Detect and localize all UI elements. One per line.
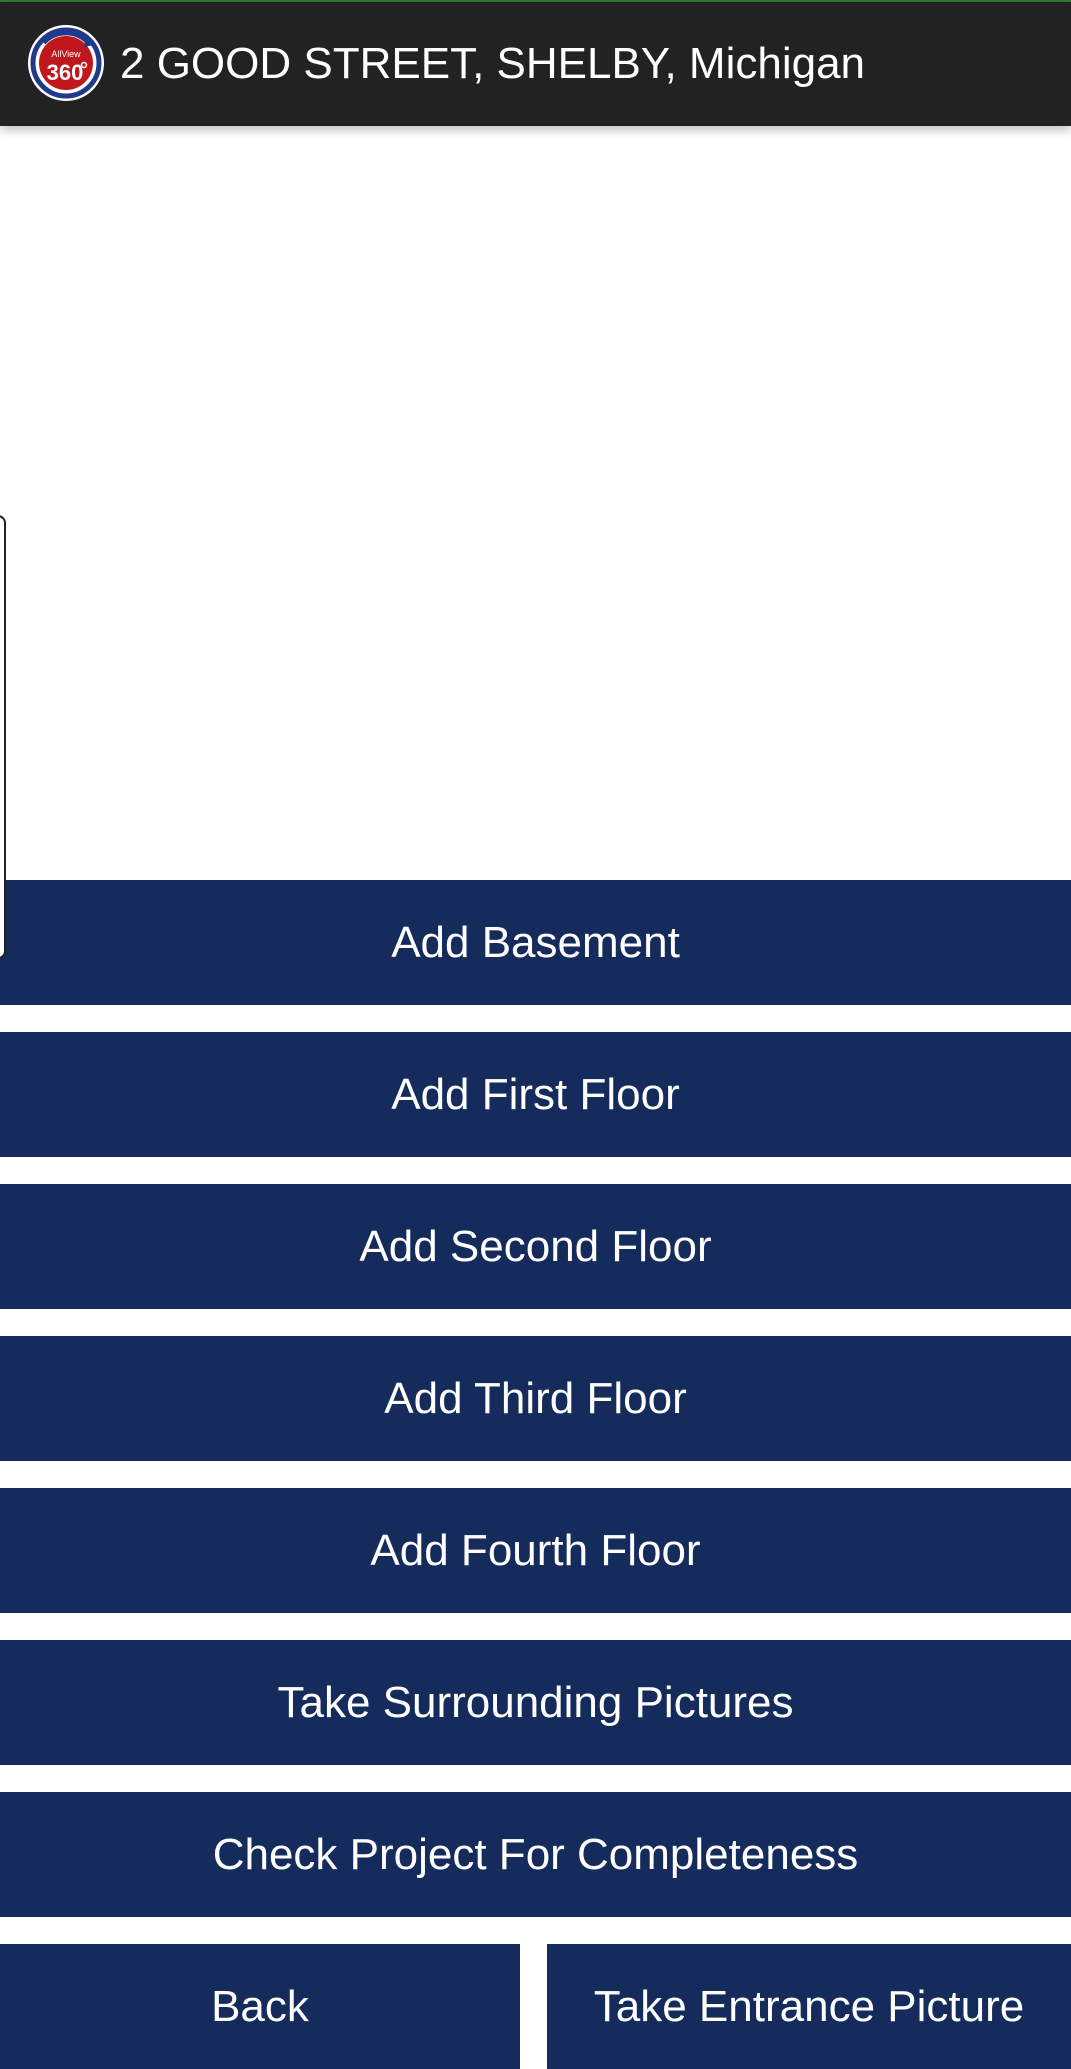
take-entrance-picture-button[interactable]: Take Entrance Picture <box>547 1944 1071 2069</box>
screen: AllView 360 2 GOOD STREET, SHELBY, Michi… <box>0 0 1071 2069</box>
check-completeness-button[interactable]: Check Project For Completeness <box>0 1792 1071 1917</box>
app-bar: AllView 360 2 GOOD STREET, SHELBY, Michi… <box>0 2 1071 126</box>
content-area <box>0 126 1071 880</box>
add-first-floor-button[interactable]: Add First Floor <box>0 1032 1071 1157</box>
drawer-edge-handle[interactable] <box>0 515 6 959</box>
add-basement-button[interactable]: Add Basement <box>0 880 1071 1005</box>
back-button[interactable]: Back <box>0 1944 520 2069</box>
allview-360-logo-icon[interactable]: AllView 360 <box>26 23 106 103</box>
take-surrounding-pictures-button[interactable]: Take Surrounding Pictures <box>0 1640 1071 1765</box>
page-title: 2 GOOD STREET, SHELBY, Michigan <box>120 39 866 88</box>
logo-number-text: 360 <box>47 60 84 85</box>
add-third-floor-button[interactable]: Add Third Floor <box>0 1336 1071 1461</box>
logo-brand-text: AllView <box>51 49 81 59</box>
add-second-floor-button[interactable]: Add Second Floor <box>0 1184 1071 1309</box>
add-fourth-floor-button[interactable]: Add Fourth Floor <box>0 1488 1071 1613</box>
